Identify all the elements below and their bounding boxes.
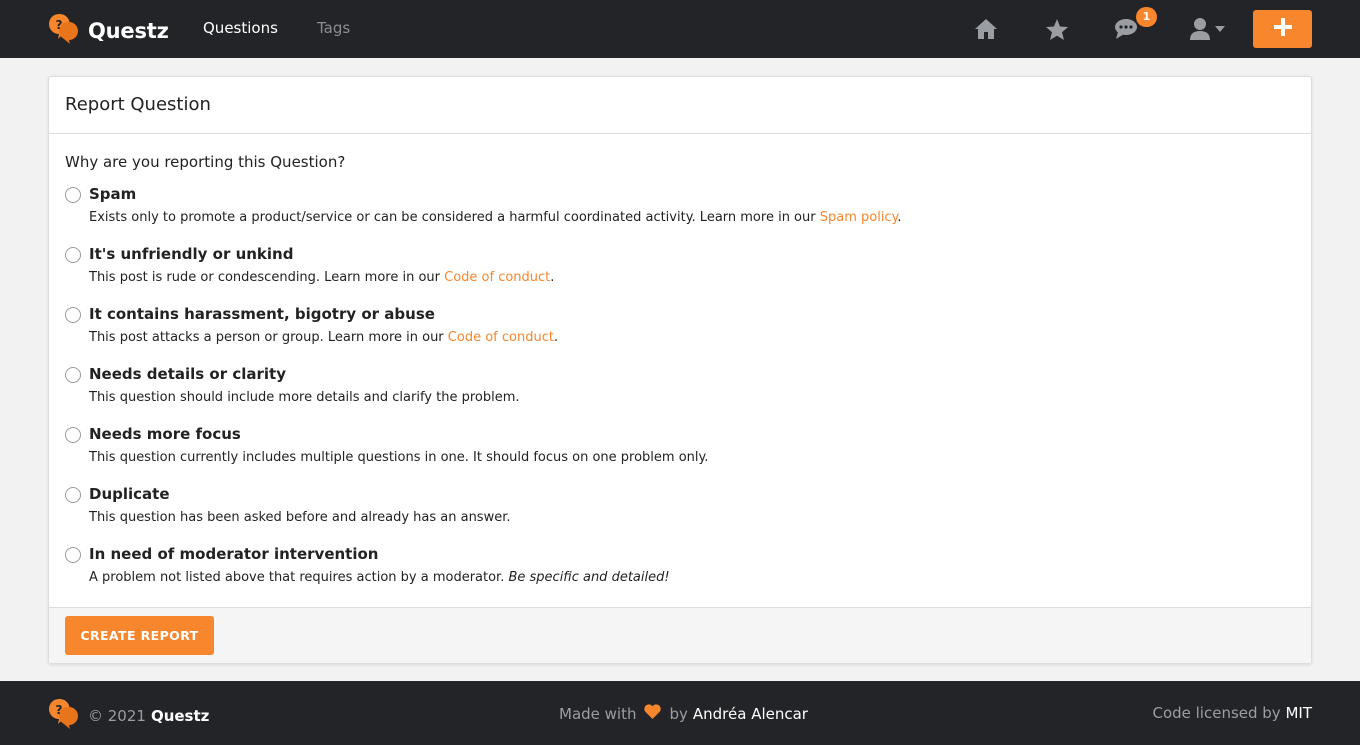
footer-brand: ? © 2021 Questz bbox=[47, 697, 209, 734]
footer-brand-name: Questz bbox=[150, 706, 210, 725]
by-text: by bbox=[669, 704, 688, 723]
made-with: Made with by Andréa Alencar bbox=[559, 704, 808, 723]
option-emphasis: Be specific and detailed! bbox=[508, 570, 670, 585]
comments-icon[interactable] bbox=[1113, 16, 1139, 42]
option-description: This post is rude or condescending. Lear… bbox=[89, 270, 555, 285]
nav-tags-link[interactable]: Tags bbox=[317, 19, 350, 37]
page-title: Report Question bbox=[65, 94, 211, 115]
report-form: Why are you reporting this Question? Spa… bbox=[49, 134, 1311, 608]
top-navbar: ? Questz Questions Tags 1 bbox=[0, 0, 1360, 58]
star-icon[interactable] bbox=[1044, 16, 1070, 42]
card-footer: CREATE REPORT bbox=[49, 607, 1311, 663]
radio-moderator[interactable] bbox=[65, 547, 81, 563]
report-card: Report Question Why are you reporting th… bbox=[48, 76, 1312, 664]
option-title: Spam bbox=[89, 185, 137, 203]
option-title: In need of moderator intervention bbox=[89, 545, 379, 563]
add-question-button[interactable] bbox=[1253, 10, 1312, 48]
code-of-conduct-link[interactable]: Code of conduct bbox=[444, 270, 550, 285]
card-header: Report Question bbox=[49, 77, 1311, 134]
option-title: It contains harassment, bigotry or abuse bbox=[89, 305, 435, 323]
questz-logo-icon: ? bbox=[47, 12, 80, 49]
radio-unfriendly[interactable] bbox=[65, 247, 81, 263]
plus-icon bbox=[1273, 18, 1292, 40]
radio-harassment[interactable] bbox=[65, 307, 81, 323]
code-of-conduct-link[interactable]: Code of conduct bbox=[448, 330, 554, 345]
license-link[interactable]: MIT bbox=[1285, 704, 1312, 722]
radio-needs-details[interactable] bbox=[65, 367, 81, 383]
report-prompt: Why are you reporting this Question? bbox=[65, 153, 346, 171]
notification-badge: 1 bbox=[1136, 7, 1157, 27]
option-description: Exists only to promote a product/service… bbox=[89, 210, 902, 225]
option-description: This post attacks a person or group. Lea… bbox=[89, 330, 559, 345]
option-description: This question should include more detail… bbox=[89, 390, 520, 405]
option-title: Needs more focus bbox=[89, 425, 241, 443]
option-description: A problem not listed above that requires… bbox=[89, 570, 670, 585]
author-link[interactable]: Andréa Alencar bbox=[693, 705, 808, 723]
option-description: This question has been asked before and … bbox=[89, 510, 511, 525]
svg-text:?: ? bbox=[56, 703, 63, 717]
brand-link[interactable]: ? Questz bbox=[47, 12, 169, 49]
spam-policy-link[interactable]: Spam policy bbox=[820, 210, 898, 225]
nav-questions-link[interactable]: Questions bbox=[203, 19, 278, 37]
radio-spam[interactable] bbox=[65, 187, 81, 203]
home-icon[interactable] bbox=[973, 16, 999, 42]
heart-icon bbox=[644, 704, 662, 723]
radio-needs-focus[interactable] bbox=[65, 427, 81, 443]
svg-text:?: ? bbox=[56, 18, 63, 32]
made-with-text: Made with bbox=[559, 704, 637, 723]
option-title: Duplicate bbox=[89, 485, 170, 503]
license-info: Code licensed by MIT bbox=[1152, 704, 1312, 722]
license-text: Code licensed by bbox=[1152, 704, 1281, 722]
brand-name: Questz bbox=[88, 18, 169, 43]
caret-down-icon[interactable] bbox=[1214, 16, 1226, 42]
option-description: This question currently includes multipl… bbox=[89, 450, 709, 465]
user-icon[interactable] bbox=[1187, 16, 1213, 42]
option-title: It's unfriendly or unkind bbox=[89, 245, 294, 263]
copyright-text: © 2021 bbox=[88, 706, 146, 725]
radio-duplicate[interactable] bbox=[65, 487, 81, 503]
option-title: Needs details or clarity bbox=[89, 365, 286, 383]
questz-logo-icon: ? bbox=[47, 697, 80, 734]
page-footer: ? © 2021 Questz Made with by Andréa Alen… bbox=[0, 681, 1360, 745]
create-report-button[interactable]: CREATE REPORT bbox=[65, 616, 214, 655]
